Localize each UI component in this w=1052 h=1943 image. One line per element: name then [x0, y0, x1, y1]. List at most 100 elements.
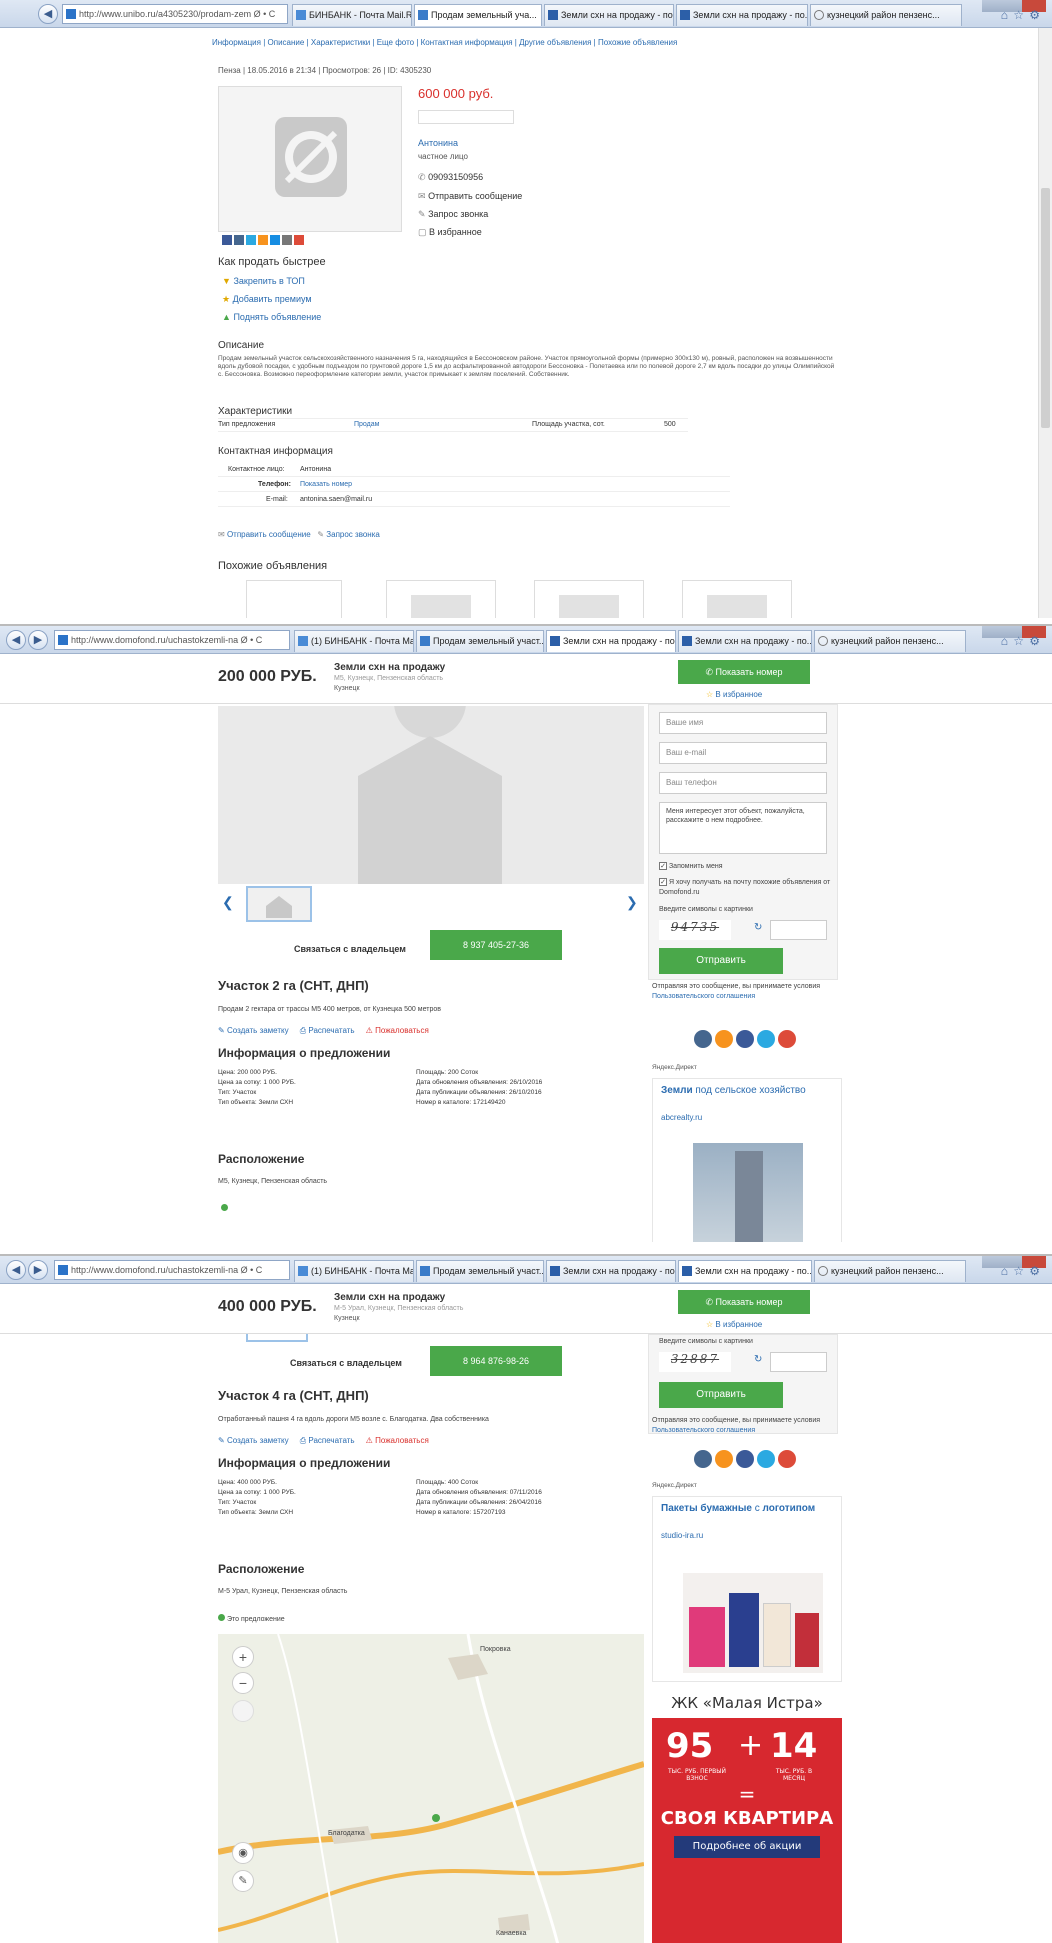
google-plus-icon[interactable]: [778, 1030, 796, 1048]
favorites-link[interactable]: ▢ В избранное: [418, 227, 482, 238]
main-photo[interactable]: [218, 666, 644, 884]
home-icon[interactable]: ⌂: [1001, 8, 1008, 22]
vk-icon[interactable]: [234, 235, 244, 245]
subnav-contacts[interactable]: Контактная информация: [421, 38, 513, 47]
twitter-icon[interactable]: [246, 235, 256, 245]
print-link[interactable]: ⎙ Распечатать: [300, 1436, 355, 1445]
tab-4[interactable]: Земли схн на продажу - по...: [678, 1260, 812, 1282]
ad-domain[interactable]: abcrealty.ru: [661, 1113, 702, 1122]
mailru-icon[interactable]: [270, 235, 280, 245]
tab-5[interactable]: кузнецкий район пензенс...: [814, 630, 966, 652]
subscribe-row[interactable]: ✓ Я хочу получать на почту похожие объяв…: [659, 878, 831, 898]
email-field[interactable]: Ваш e-mail: [659, 742, 827, 764]
gear-icon[interactable]: ⚙: [1029, 1264, 1040, 1278]
tab-5[interactable]: кузнецкий район пензенс...: [810, 4, 962, 26]
callback-bottom[interactable]: Запрос звонка: [326, 530, 380, 539]
star-icon[interactable]: ☆: [1013, 1264, 1024, 1278]
ruler-icon[interactable]: ✎: [232, 1870, 254, 1892]
ad-block[interactable]: Пакеты бумажные с логотипом studio-ira.r…: [652, 1496, 842, 1682]
similar-card[interactable]: [682, 580, 792, 618]
owner-phone-button[interactable]: 8 937 405-27-36: [430, 930, 562, 960]
banner-cta[interactable]: Подробнее об акции: [674, 1836, 820, 1858]
print-icon[interactable]: [282, 235, 292, 245]
address-bar[interactable]: http://www.domofond.ru/uchastokzemli-na …: [54, 630, 290, 650]
subnav-chars[interactable]: Характеристики: [311, 38, 370, 47]
tab-5[interactable]: кузнецкий район пензенс...: [814, 1260, 966, 1282]
create-note-link[interactable]: ✎ Создать заметку: [218, 1026, 289, 1035]
twitter-icon[interactable]: [757, 1030, 775, 1048]
show-number-button[interactable]: ✆ Показать номер: [678, 1290, 810, 1314]
tab-1[interactable]: БИНБАНК - Почта Mail.Ru: [292, 4, 412, 26]
tab-2[interactable]: Продам земельный уча...: [414, 4, 542, 26]
star-icon[interactable]: ☆: [1013, 8, 1024, 22]
scrollbar[interactable]: [1038, 28, 1052, 618]
phone-field[interactable]: Ваш телефон: [659, 772, 827, 794]
tab-2[interactable]: Продам земельный участ...: [416, 1260, 544, 1282]
banner-ad[interactable]: ЖК «Малая Истра» 95 + 14 ТЫС. РУБ. ПЕРВЫ…: [652, 1688, 842, 1943]
terms-link[interactable]: Пользовательского соглашения: [652, 1427, 755, 1434]
name-field[interactable]: Ваше имя: [659, 712, 827, 734]
ad-domain[interactable]: studio-ira.ru: [661, 1531, 703, 1540]
subnav-info[interactable]: Информация: [212, 38, 261, 47]
layers-icon[interactable]: ◉: [232, 1842, 254, 1864]
checkbox-icon[interactable]: ✓: [659, 862, 667, 870]
create-note-link[interactable]: ✎ Создать заметку: [218, 1436, 289, 1445]
facebook-icon[interactable]: [222, 235, 232, 245]
vk-icon[interactable]: [694, 1450, 712, 1468]
back-button[interactable]: ◀: [38, 4, 58, 24]
zoom-slider[interactable]: [232, 1700, 254, 1722]
promo-raise[interactable]: ▲ Поднять объявление: [222, 312, 321, 322]
tab-3[interactable]: Земли схн на продажу - по...: [544, 4, 674, 26]
ad-image[interactable]: [693, 1143, 803, 1242]
zoom-in-button[interactable]: +: [232, 1646, 254, 1668]
subnav-similar[interactable]: Похожие объявления: [598, 38, 677, 47]
ok-icon[interactable]: [715, 1030, 733, 1048]
tab-4[interactable]: Земли схн на продажу - по...: [678, 630, 812, 652]
favorites-link[interactable]: ☆ В избранное: [706, 690, 762, 699]
prev-arrow-icon[interactable]: ❮: [222, 894, 234, 911]
back-button[interactable]: ◀: [6, 1260, 26, 1280]
address-bar[interactable]: http://www.unibo.ru/a4305230/prodam-zem …: [62, 4, 288, 24]
ok-icon[interactable]: [258, 235, 268, 245]
gear-icon[interactable]: ⚙: [1029, 634, 1040, 648]
refresh-icon[interactable]: ↻: [754, 922, 762, 933]
tab-4[interactable]: Земли схн на продажу - по...: [676, 4, 808, 26]
google-plus-icon[interactable]: [778, 1450, 796, 1468]
ad-title[interactable]: Пакеты бумажные с логотипом: [661, 1503, 831, 1515]
captcha-input[interactable]: [770, 1352, 827, 1372]
twitter-icon[interactable]: [757, 1450, 775, 1468]
favorites-link[interactable]: ☆ В избранное: [706, 1320, 762, 1329]
tab-1[interactable]: (1) БИНБАНК - Почта Mail...: [294, 1260, 414, 1282]
remember-row[interactable]: ✓ Запомнить меня: [659, 862, 723, 870]
vk-icon[interactable]: [694, 1030, 712, 1048]
tab-3[interactable]: Земли схн на продажу - по...: [546, 1260, 676, 1282]
subnav-other[interactable]: Другие объявления: [519, 38, 591, 47]
tab-1[interactable]: (1) БИНБАНК - Почта Mail...: [294, 630, 414, 652]
seller-name[interactable]: Антонина: [418, 138, 458, 148]
tab-2[interactable]: Продам земельный участ...: [416, 630, 544, 652]
terms-link[interactable]: Пользовательского соглашения: [652, 993, 755, 1000]
home-icon[interactable]: ⌂: [1001, 634, 1008, 648]
subnav-desc[interactable]: Описание: [268, 38, 305, 47]
home-icon[interactable]: ⌂: [1001, 1264, 1008, 1278]
next-arrow-icon[interactable]: ❯: [626, 894, 638, 911]
forward-button[interactable]: ▶: [28, 630, 48, 650]
gear-icon[interactable]: ⚙: [1029, 8, 1040, 22]
map-marker[interactable]: [432, 1814, 440, 1822]
callback-link[interactable]: ✎ Запрос звонка: [418, 209, 488, 220]
ad-block[interactable]: Земли под сельское хозяйство abcrealty.r…: [652, 1078, 842, 1242]
submit-button[interactable]: Отправить: [659, 948, 783, 974]
facebook-icon[interactable]: [736, 1450, 754, 1468]
promo-top[interactable]: ▼ Закрепить в ТОП: [222, 276, 305, 286]
captcha-input[interactable]: [770, 920, 827, 940]
submit-button[interactable]: Отправить: [659, 1382, 783, 1408]
similar-card[interactable]: [386, 580, 496, 618]
promo-premium[interactable]: ★ Добавить премиум: [222, 294, 312, 305]
show-phone-link[interactable]: Показать номер: [300, 477, 352, 492]
subnav-photos[interactable]: Еще фото: [377, 38, 414, 47]
owner-phone-button[interactable]: 8 964 876-98-26: [430, 1346, 562, 1376]
address-bar[interactable]: http://www.domofond.ru/uchastokzemli-na …: [54, 1260, 290, 1280]
map[interactable]: Покровка Благодатка Канаевка + − ◉ ✎: [218, 1634, 644, 1943]
message-field[interactable]: Меня интересует этот объект, пожалуйста,…: [659, 802, 827, 854]
google-icon[interactable]: [294, 235, 304, 245]
